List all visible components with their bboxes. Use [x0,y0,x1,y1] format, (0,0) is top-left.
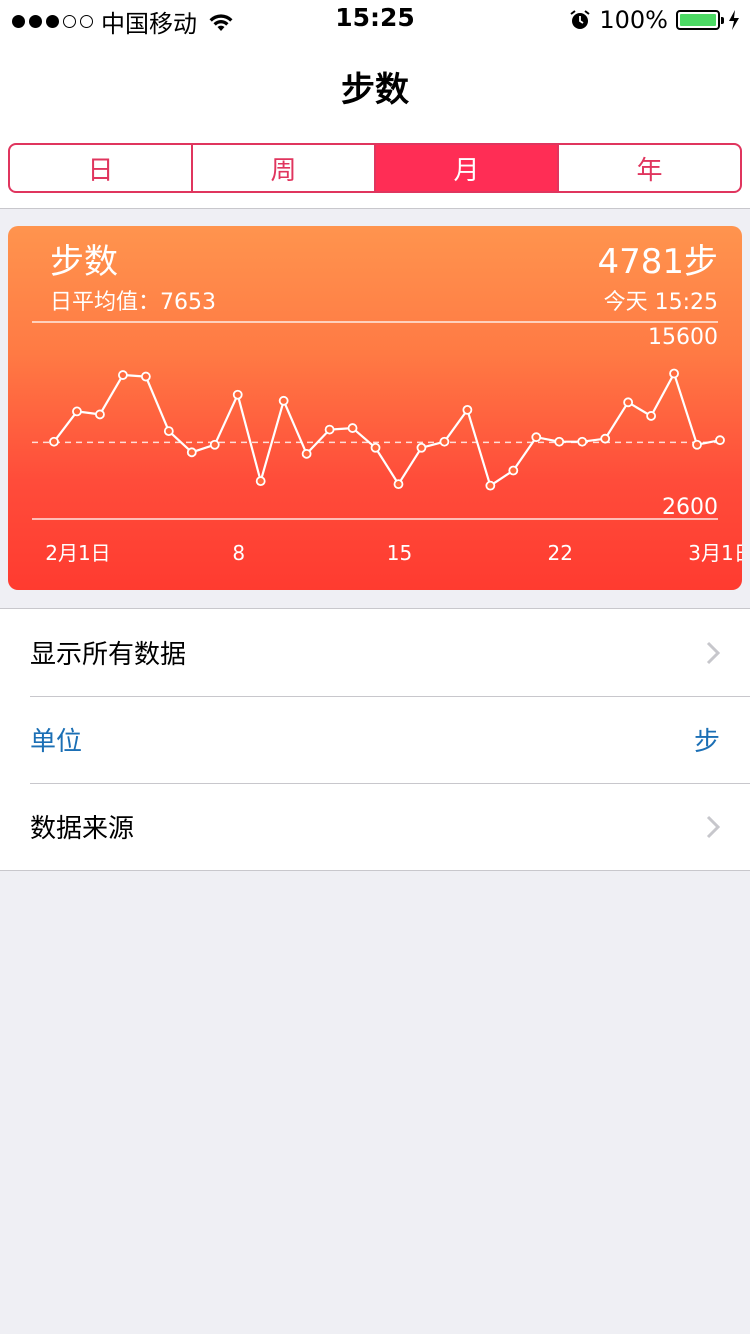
chart-data-point [186,447,197,458]
chart-data-point [49,436,59,447]
chart-data-point [600,433,611,444]
page-title: 步数 [341,70,409,110]
chevron-right-icon [706,641,720,664]
charging-bolt-icon [729,10,739,30]
daily-average: 日平均值：7653 [50,290,216,315]
chevron-right-icon [706,815,720,838]
navigation-bar: 步数 日 周 月 年 [0,40,750,209]
chart-data-point [255,476,266,487]
steps-chart-card[interactable]: 15600 2600 2月1日 8 15 22 3月1日 步数 日平均值：7653 4781… [8,226,742,590]
chart-data-point [72,406,82,417]
chart-data-point [163,426,174,437]
chart-data-point [370,442,381,453]
status-right: 100% [569,6,740,34]
alarm-clock-icon [570,10,590,29]
segment-month[interactable]: 月 [376,145,559,191]
chart-x-tick-label: 2月1日 [45,541,110,565]
battery-percent: 100% [599,6,668,34]
chart-data-point [347,423,358,433]
chart-data-point [508,465,519,476]
data-sources-row[interactable]: 数据来源 [0,783,750,870]
chart-data-point [646,411,657,421]
chart-data-point [301,448,312,459]
chart-data-point [485,480,496,491]
chart-data-point [140,371,151,382]
chart-data-point [462,404,473,415]
chart-data-point [554,436,565,447]
segment-day[interactable]: 日 [10,145,193,191]
chart-x-tick-label: 3月1日 [688,541,742,565]
chart-data-point [623,397,634,408]
chart-y-max-label: 15600 [648,325,718,350]
chart-data-point [692,439,702,450]
chart-data-point [577,436,588,447]
chart-y-min-label: 2600 [662,495,718,520]
card-title: 步数 [50,242,118,282]
unit-label: 单位 [30,727,83,757]
chart-data-point [416,442,427,453]
battery-icon [676,10,724,30]
chart-data-point [278,395,289,406]
chart-data-point [232,389,243,400]
chart-x-tick-label: 22 [548,541,573,565]
chart-data-point [531,432,542,443]
chart-data-point [439,436,450,447]
segment-year[interactable]: 年 [559,145,740,191]
chart-series-line [53,372,721,487]
status-bar: 中国移动 15:25 100% [0,0,750,40]
show-all-data-label: 显示所有数据 [30,640,187,670]
chart-data-point [95,409,105,420]
settings-list: 显示所有数据 单位 步 数据来源 [0,608,750,871]
chart-data-point [117,370,128,380]
chart-data-point [715,435,725,446]
chart-x-tick-label: 15 [387,541,412,565]
segment-week[interactable]: 周 [193,145,376,191]
chart-data-point [324,424,335,435]
today-steps-value: 4781步 [597,242,718,282]
today-timestamp: 今天 15:25 [603,290,718,315]
chart-x-tick-label: 8 [232,541,245,565]
show-all-data-row[interactable]: 显示所有数据 [0,609,750,696]
unit-value: 步 [693,727,720,757]
unit-row[interactable]: 单位 步 [0,696,750,783]
period-segmented-control: 日 周 月 年 [8,143,742,193]
data-sources-label: 数据来源 [30,814,135,844]
chart-data-point [669,368,679,379]
chart-data-point [209,439,220,450]
chart-data-point [393,479,404,490]
